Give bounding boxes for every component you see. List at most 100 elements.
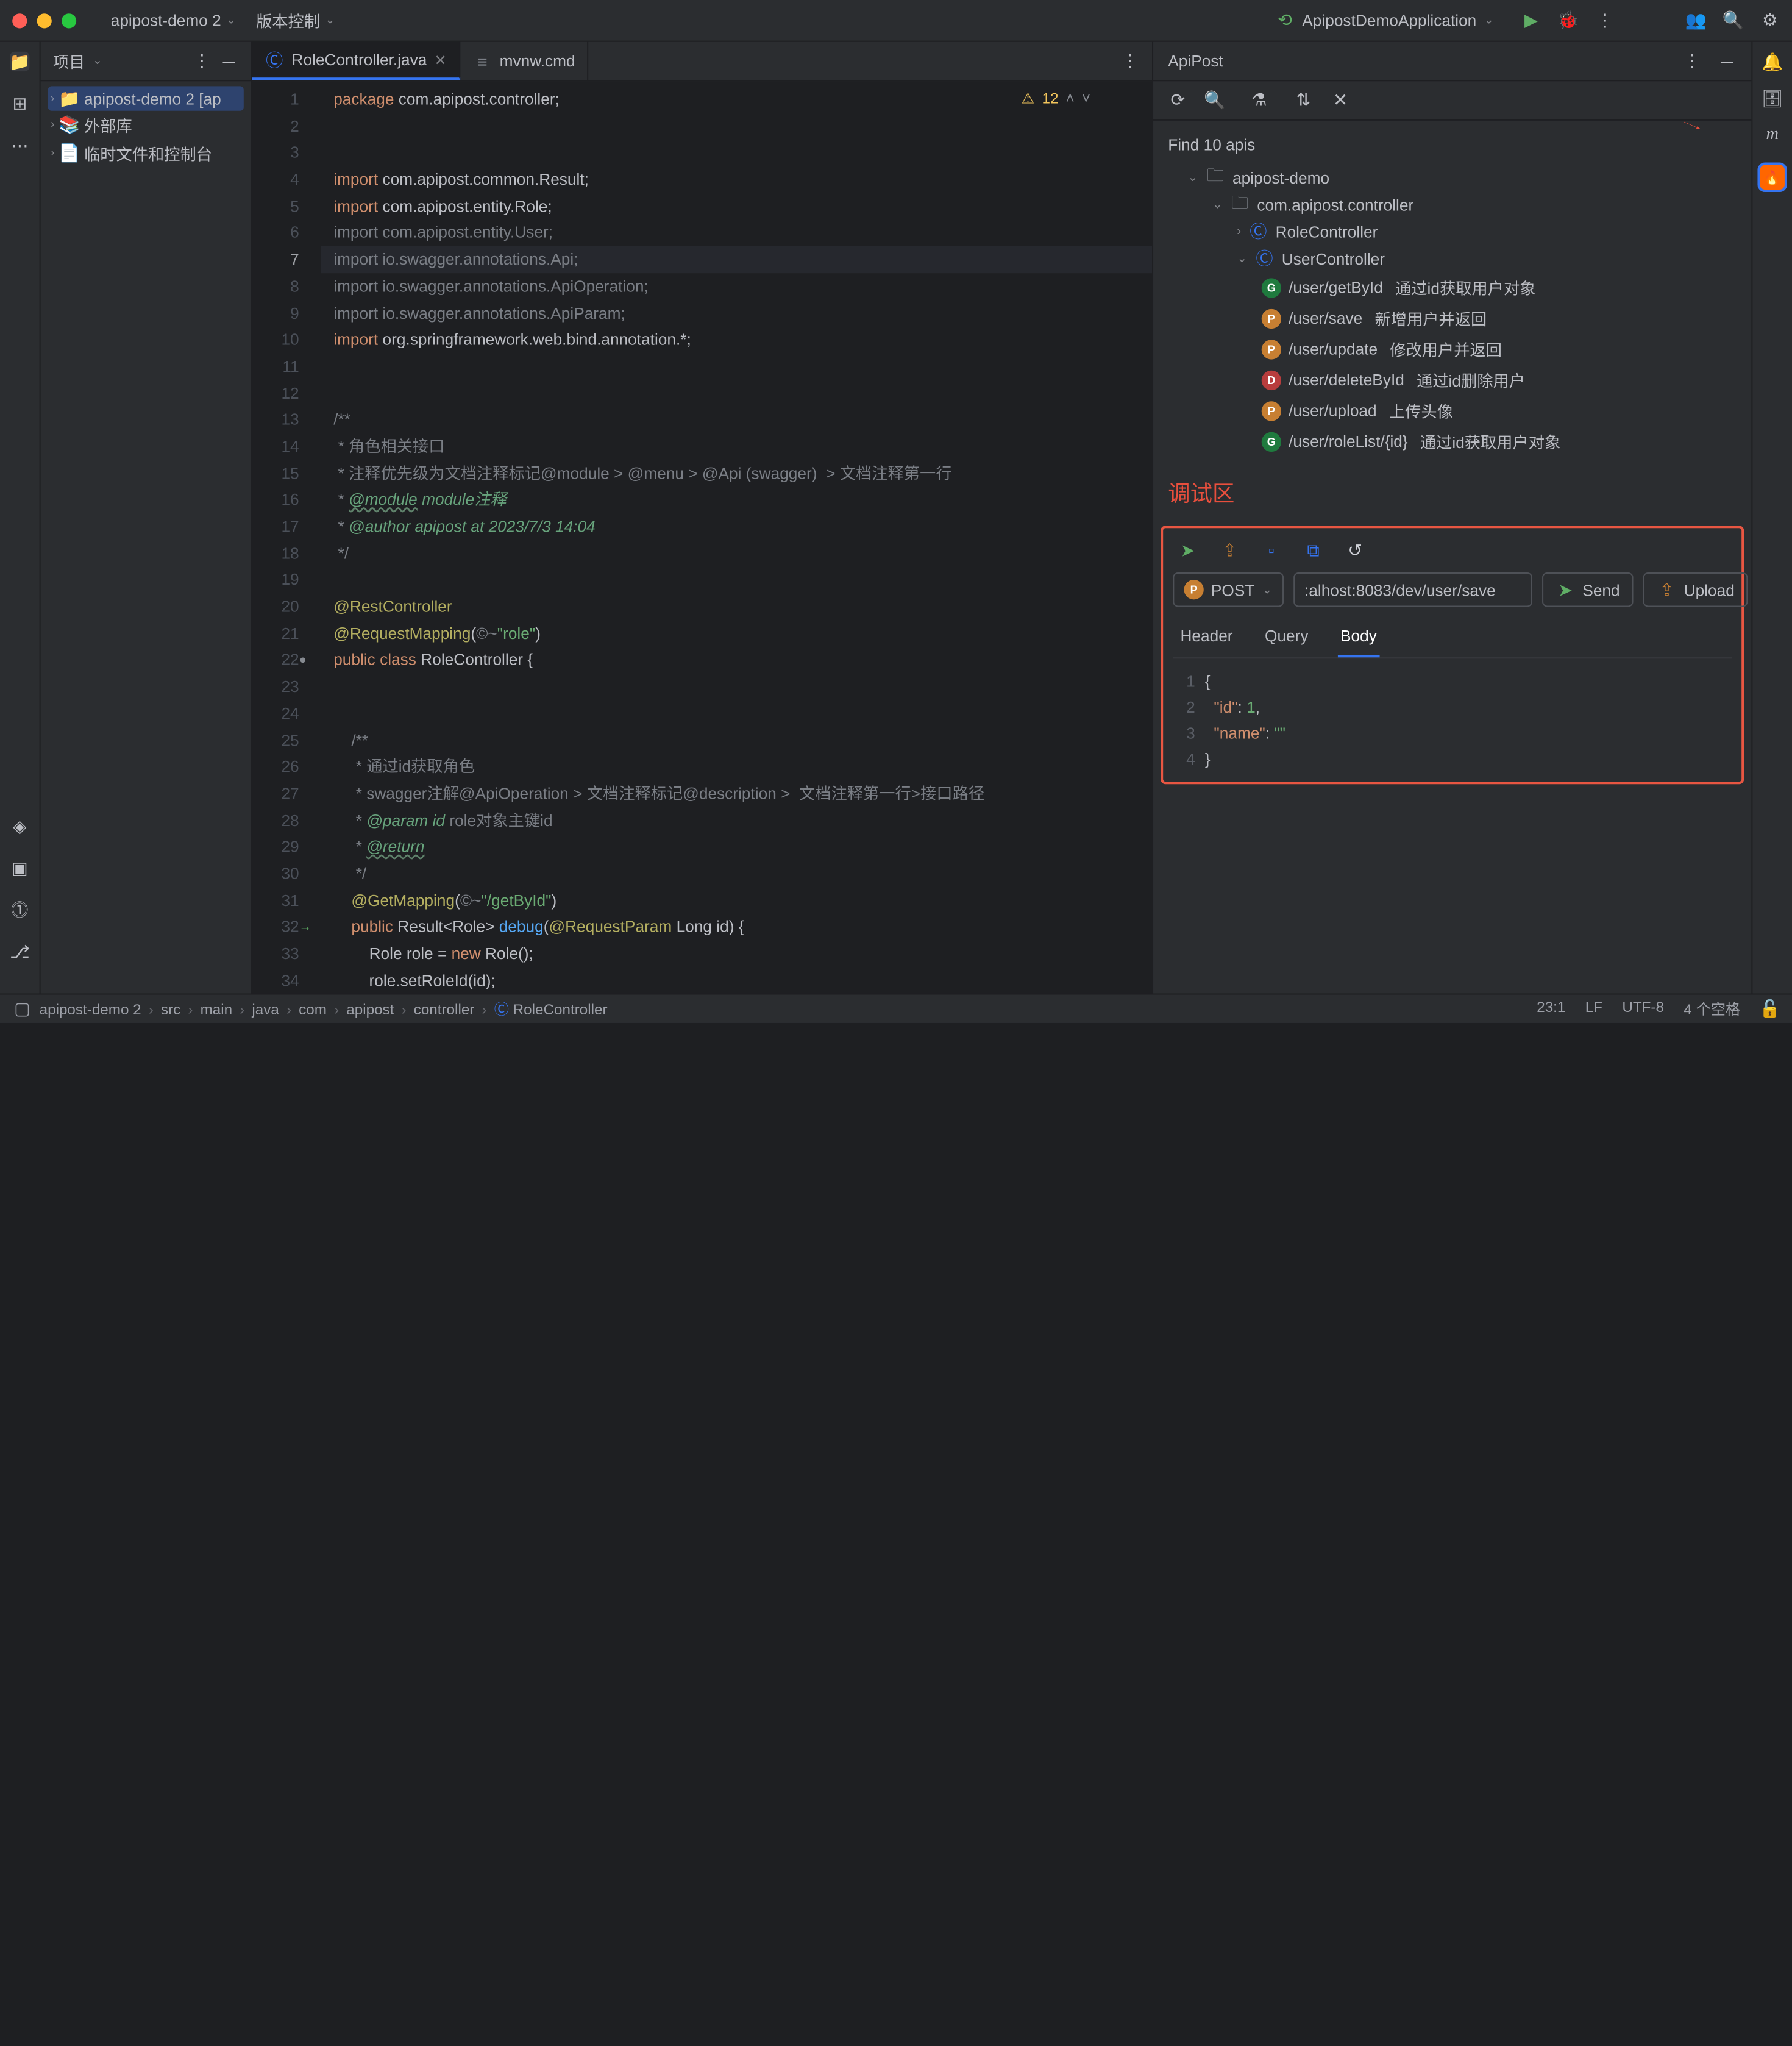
apipost-title: ApiPost <box>1168 52 1223 70</box>
vcs-dropdown[interactable]: 版本控制 ⌄ <box>246 4 345 37</box>
api-tree-item[interactable]: ›ⒸRoleController <box>1168 218 1737 244</box>
structure-tool-icon[interactable]: ⊞ <box>10 93 29 113</box>
hide-panel-icon[interactable]: ─ <box>1717 51 1737 71</box>
editor-tab[interactable]: ≡mvnw.cmd <box>460 42 589 80</box>
breadcrumb-segment[interactable]: apipost-demo 2 <box>40 1000 141 1018</box>
http-method-badge-icon: P <box>1262 339 1281 358</box>
request-body-editor[interactable]: 1234 { "id": 1, "name": ""} <box>1173 668 1732 772</box>
run-button[interactable]: ▶ <box>1521 10 1541 30</box>
tree-item-label: com.apipost.controller <box>1257 195 1413 213</box>
module-icon[interactable]: ▢ <box>12 999 32 1019</box>
send-icon[interactable]: ➤ <box>1178 540 1197 560</box>
send-label: Send <box>1582 580 1620 599</box>
api-endpoint-item[interactable]: G/user/roleList/{id} 通过id获取用户对象 <box>1168 426 1737 457</box>
database-tool-icon[interactable]: 🗄 <box>1763 88 1782 108</box>
more-tool-icon[interactable]: ⋯ <box>10 135 29 155</box>
breadcrumb-segment[interactable]: Ⓒ RoleController <box>494 999 608 1019</box>
code-with-me-icon[interactable]: 👥 <box>1686 10 1705 30</box>
refresh-icon[interactable]: ⟳ <box>1168 90 1187 110</box>
line-separator[interactable]: LF <box>1585 999 1602 1019</box>
endpoint-desc: 通过id删除用户 <box>1417 368 1525 391</box>
more-actions-icon[interactable]: ⋮ <box>1595 10 1615 30</box>
debug-button[interactable]: 🐞 <box>1558 10 1577 30</box>
request-tab-header[interactable]: Header <box>1178 622 1235 658</box>
code-area[interactable]: ⚠ 12 ˄ ˅ 1234567891011121314151617181920… <box>252 81 1152 993</box>
save-icon[interactable]: ▫ <box>1262 540 1281 560</box>
api-endpoint-item[interactable]: P/user/update 修改用户并返回 <box>1168 333 1737 364</box>
http-method-selector[interactable]: P POST ⌄ <box>1173 572 1283 607</box>
gutter[interactable]: 123456789101112131415161718192021●222324… <box>252 81 321 993</box>
project-dropdown[interactable]: apipost-demo 2 ⌄ <box>101 6 246 34</box>
notifications-icon[interactable]: 🔔 <box>1763 52 1782 71</box>
request-tabs: Header Query Body <box>1173 617 1732 659</box>
breadcrumb-segment[interactable]: apipost <box>346 1000 394 1018</box>
request-url-input[interactable] <box>1293 572 1532 607</box>
api-endpoint-item[interactable]: P/user/save 新增用户并返回 <box>1168 303 1737 333</box>
tab-more-icon[interactable]: ⋮ <box>1120 51 1140 71</box>
search-icon[interactable]: 🔍 <box>1205 90 1225 110</box>
filter-icon[interactable]: ⚗ <box>1250 90 1269 110</box>
find-result-label: Find 10 apis <box>1168 130 1737 164</box>
caret-position[interactable]: 23:1 <box>1537 999 1565 1019</box>
tree-item-label: 外部库 <box>84 113 132 137</box>
request-url-row: P POST ⌄ ➤ Send ⇪ Upload <box>1173 572 1732 607</box>
breadcrumb-segment[interactable]: com <box>299 1000 327 1018</box>
terminal-tool-icon[interactable]: ▣ <box>10 858 29 877</box>
api-tree-item[interactable]: ⌄ⒸUserController <box>1168 245 1737 272</box>
more-icon[interactable]: ⋮ <box>192 51 212 71</box>
editor-tab[interactable]: ⒸRoleController.java✕ <box>252 42 460 80</box>
api-tree-item[interactable]: ⌄🗀apipost-demo <box>1168 164 1737 191</box>
apipost-panel: ApiPost ⋮ ─ ⟳ 🔍 ⚗ ⇅ ✕ Find 10 apis ⌄🗀api… <box>1152 42 1751 994</box>
endpoint-path: /user/upload <box>1289 401 1377 419</box>
settings-icon[interactable]: ⚙ <box>1760 10 1780 30</box>
api-tree-item[interactable]: ⌄🗀com.apipost.controller <box>1168 191 1737 218</box>
indent-setting[interactable]: 4 个空格 <box>1684 999 1740 1019</box>
services-tool-icon[interactable]: ◈ <box>10 816 29 836</box>
upload-button[interactable]: ⇪ Upload <box>1643 572 1748 607</box>
maximize-window-icon[interactable] <box>62 13 76 27</box>
breadcrumb-segment[interactable]: controller <box>414 1000 475 1018</box>
git-tool-icon[interactable]: ⎇ <box>10 942 29 961</box>
file-encoding[interactable]: UTF-8 <box>1622 999 1664 1019</box>
chevron-down-icon[interactable]: ⌄ <box>92 54 102 68</box>
project-tree-item[interactable]: ›📚外部库 <box>48 111 244 139</box>
class-icon: Ⓒ <box>1248 221 1268 241</box>
problems-tool-icon[interactable]: ⓵ <box>10 900 29 919</box>
expand-collapse-icon[interactable]: ⇅ <box>1293 90 1313 110</box>
export-icon[interactable]: ⇪ <box>1220 540 1239 560</box>
close-icon[interactable]: ✕ <box>1331 90 1350 110</box>
endpoint-path: /user/getById <box>1289 278 1383 296</box>
api-endpoint-item[interactable]: P/user/upload 上传头像 <box>1168 395 1737 426</box>
hide-panel-icon[interactable]: ─ <box>219 51 238 71</box>
http-method-badge-icon: P <box>1262 401 1281 420</box>
send-button[interactable]: ➤ Send <box>1542 572 1634 607</box>
request-tab-body[interactable]: Body <box>1338 622 1379 658</box>
file-icon: ≡ <box>472 51 492 71</box>
code-content[interactable]: package com.apipost.controller;import co… <box>321 81 1152 993</box>
close-window-icon[interactable] <box>12 13 27 27</box>
project-panel-title: 项目 <box>53 49 85 73</box>
apipost-tool-icon[interactable]: 🔥 <box>1757 163 1787 192</box>
close-tab-icon[interactable]: ✕ <box>434 51 446 68</box>
run-config-selector[interactable]: ⟲ ApipostDemoApplication ⌄ <box>1265 7 1504 34</box>
api-endpoint-item[interactable]: D/user/deleteById 通过id删除用户 <box>1168 365 1737 395</box>
copy-icon[interactable]: ⧉ <box>1303 540 1323 560</box>
lib-icon: 📚 <box>60 115 79 135</box>
maven-tool-icon[interactable]: m <box>1763 126 1782 145</box>
readonly-lock-icon[interactable]: 🔓 <box>1760 999 1780 1018</box>
project-tree-item[interactable]: ›📄临时文件和控制台 <box>48 139 244 167</box>
api-endpoint-item[interactable]: G/user/getById 通过id获取用户对象 <box>1168 272 1737 302</box>
breadcrumb-segment[interactable]: main <box>201 1000 233 1018</box>
breadcrumb-segment[interactable]: java <box>252 1000 279 1018</box>
endpoint-desc: 上传头像 <box>1389 399 1453 422</box>
history-icon[interactable]: ↺ <box>1345 540 1365 560</box>
class-icon: Ⓒ <box>265 50 284 70</box>
project-tree-item[interactable]: ›📁apipost-demo 2 [ap <box>48 86 244 110</box>
breadcrumb-segment[interactable]: src <box>161 1000 180 1018</box>
minimize-window-icon[interactable] <box>37 13 52 27</box>
breadcrumb[interactable]: apipost-demo 2›src›main›java›com›apipost… <box>40 999 608 1019</box>
search-icon[interactable]: 🔍 <box>1723 10 1743 30</box>
project-tool-icon[interactable]: 📁 <box>10 52 29 71</box>
more-icon[interactable]: ⋮ <box>1682 51 1702 71</box>
request-tab-query[interactable]: Query <box>1262 622 1311 658</box>
